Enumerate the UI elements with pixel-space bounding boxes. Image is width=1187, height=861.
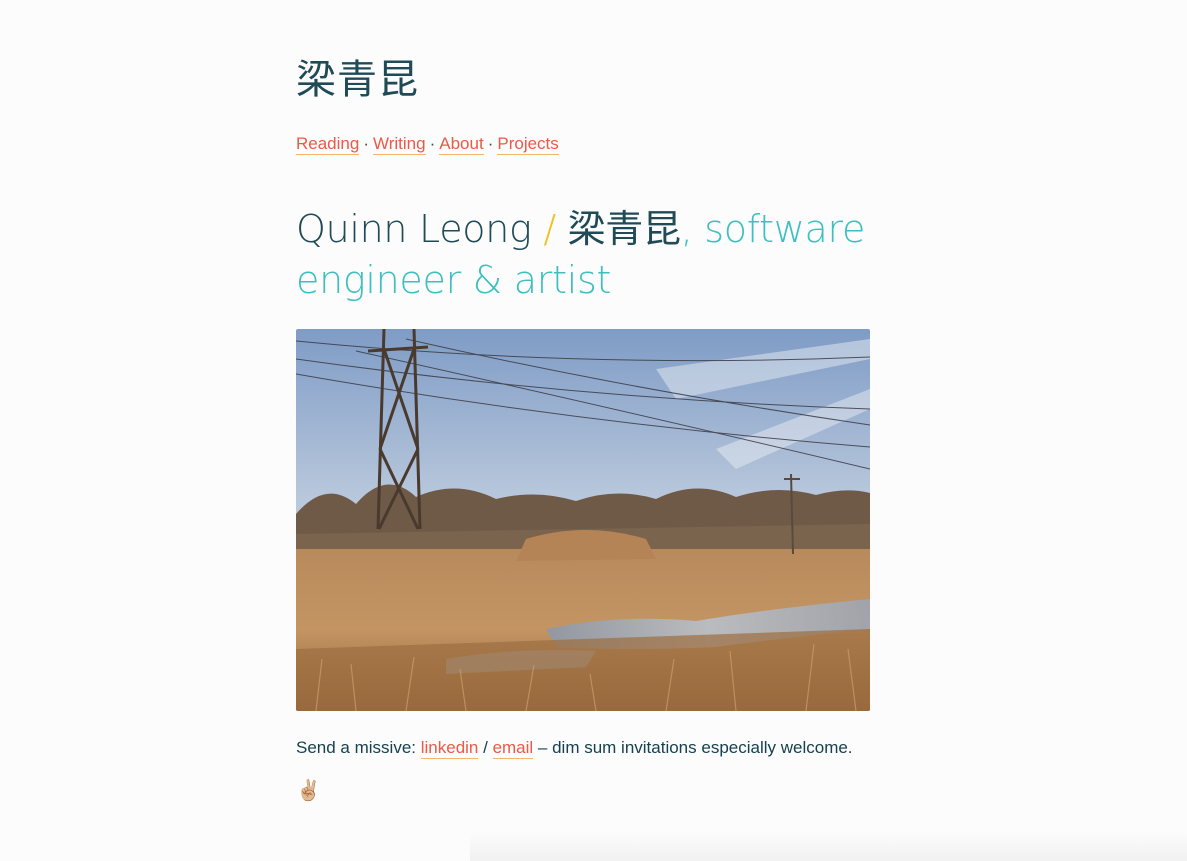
nav-separator: ·	[429, 134, 436, 153]
contact-divider: /	[478, 738, 493, 757]
nav-link-writing[interactable]: Writing	[373, 134, 426, 155]
peace-sign-icon: ✌🏼	[296, 780, 321, 802]
linkedin-link[interactable]: linkedin	[420, 738, 479, 759]
hero-photo	[296, 329, 870, 711]
hero-name-en: Quinn Leong	[296, 207, 532, 251]
nav-separator: ·	[363, 134, 369, 153]
hero-heading: Quinn Leong / 梁青昆, software engineer & a…	[296, 204, 871, 306]
hero-slash: /	[543, 207, 556, 251]
nav-link-projects[interactable]: Projects	[497, 134, 559, 155]
hero-name-zh: 梁青昆	[567, 207, 681, 251]
contact-suffix: – dim sum invitations especially welcome…	[533, 738, 853, 757]
bottom-shadow	[470, 831, 1187, 861]
nav-link-reading[interactable]: Reading	[296, 134, 360, 155]
main-nav: Reading · Writing · About · Projects	[296, 132, 559, 156]
contact-prefix: Send a missive:	[296, 738, 421, 757]
email-link[interactable]: email	[492, 738, 534, 759]
nav-separator: ·	[487, 134, 494, 153]
contact-line: Send a missive: linkedin / email – dim s…	[296, 736, 853, 760]
site-title[interactable]: 梁青昆	[296, 56, 419, 104]
nav-link-about[interactable]: About	[439, 134, 484, 155]
